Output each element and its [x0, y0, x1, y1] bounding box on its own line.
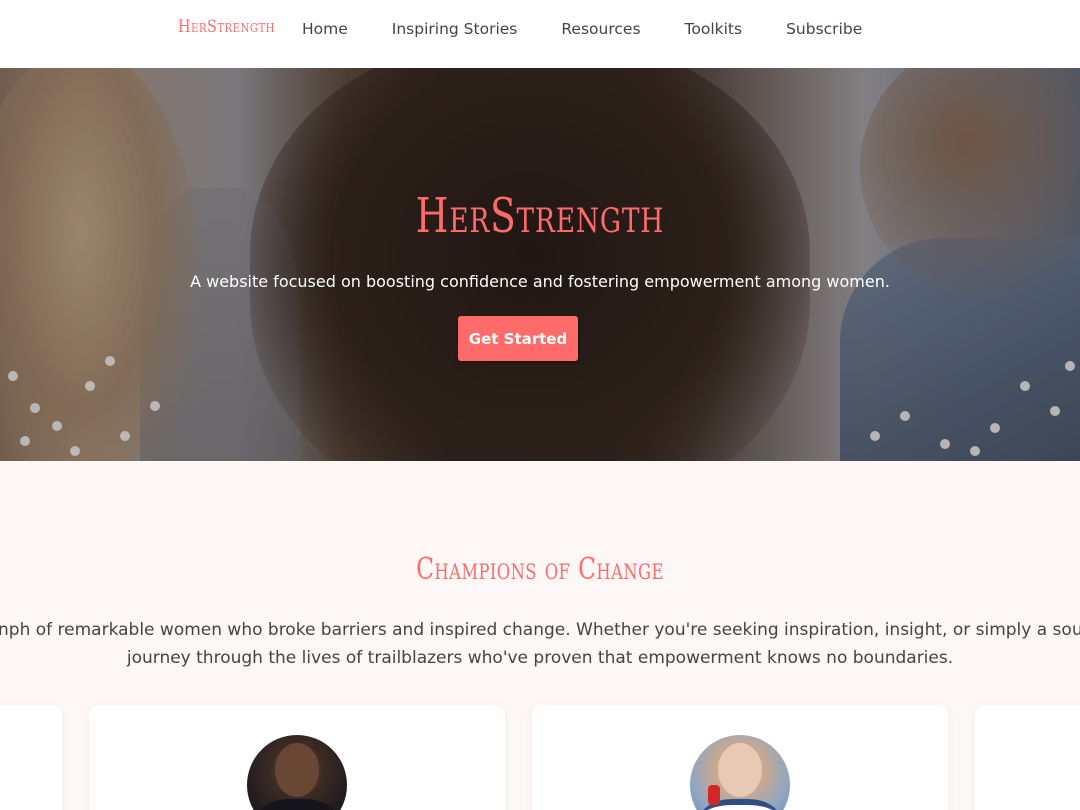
champion-card[interactable] [532, 705, 948, 810]
nav-links: Home Inspiring Stories Resources Toolkit… [302, 20, 906, 38]
section-description: nph of remarkable women who broke barrie… [0, 618, 1080, 678]
top-nav: HerStrength Home Inspiring Stories Resou… [0, 0, 1080, 68]
champion-card[interactable] [975, 705, 1080, 810]
hero-subtitle: A website focused on boosting confidence… [190, 272, 890, 291]
nav-link-home[interactable]: Home [302, 20, 348, 38]
section-description-line-2: journey through the lives of trailblazer… [126, 648, 954, 668]
champion-card[interactable] [89, 705, 505, 810]
hero-banner: HerStrength A website focused on boostin… [0, 68, 1080, 461]
nav-link-resources[interactable]: Resources [561, 20, 640, 38]
section-title: Champions of Change [416, 552, 664, 587]
champion-card[interactable] [0, 705, 62, 810]
get-started-button[interactable]: Get Started [458, 316, 578, 361]
nav-link-inspiring-stories[interactable]: Inspiring Stories [392, 20, 518, 38]
champion-avatar [690, 735, 790, 810]
champion-avatar [247, 735, 347, 810]
section-description-line-1: nph of remarkable women who broke barrie… [0, 620, 1080, 640]
nav-link-subscribe[interactable]: Subscribe [786, 20, 862, 38]
nav-link-toolkits[interactable]: Toolkits [685, 20, 743, 38]
hero-overlay [0, 68, 1080, 461]
brand-logo[interactable]: HerStrength [178, 17, 275, 37]
hero-title: HerStrength [415, 188, 665, 244]
